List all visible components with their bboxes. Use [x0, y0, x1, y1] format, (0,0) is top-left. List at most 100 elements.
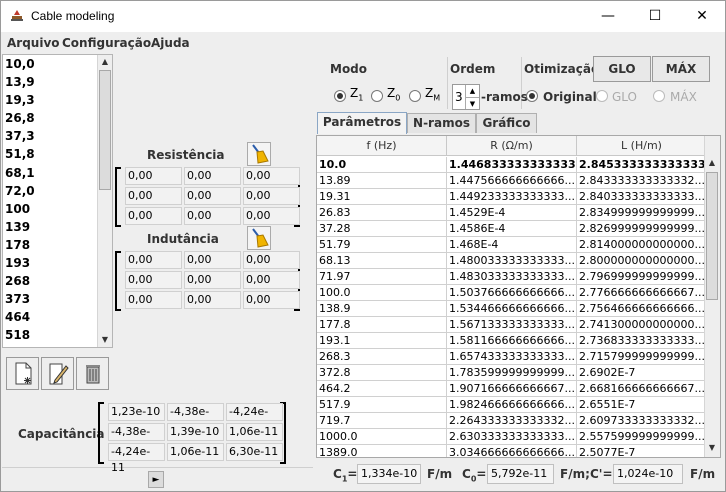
table-row[interactable]: 37.28 1.4586E-4 2.826999999999999...	[317, 221, 707, 237]
modo-zm-radio[interactable]	[409, 90, 421, 102]
tab-parametros[interactable]: Parâmetros	[317, 112, 407, 134]
resistencia-cell[interactable]: 0,00	[184, 187, 241, 205]
list-item[interactable]: 10,0	[3, 55, 112, 73]
scroll-up-icon[interactable]: ▲	[705, 156, 719, 170]
horizontal-scrollbar[interactable]: ►	[2, 467, 313, 491]
spinner-down-icon[interactable]: ▼	[465, 97, 479, 109]
capacitancia-cell[interactable]: -4,38e-11	[108, 423, 165, 454]
glo-radio[interactable]	[596, 90, 608, 102]
clear-resistencia-button[interactable]	[247, 142, 271, 166]
frequency-list-scrollbar[interactable]: ▲ ▼	[97, 55, 112, 347]
table-row[interactable]: 464.2 1.907166666666667... 2.6681666666666…	[317, 381, 707, 397]
new-file-button[interactable]	[6, 357, 39, 390]
list-item[interactable]: 518	[3, 326, 112, 344]
scroll-down-icon[interactable]: ▼	[98, 333, 112, 347]
close-button[interactable]: ✕	[679, 1, 725, 32]
list-item[interactable]: 100	[3, 200, 112, 218]
indutancia-cell[interactable]: 0,00	[243, 251, 300, 269]
ordem-spinner[interactable]: 3 ▲ ▼	[452, 84, 480, 110]
table-row[interactable]: 517.9 1.982466666666666... 2.6551E-7	[317, 397, 707, 413]
table-row[interactable]: 10.0 1.446833333333333... 2.84533333333333…	[317, 157, 707, 173]
indutancia-cell[interactable]: 0,00	[243, 271, 300, 289]
header-frequency[interactable]: f (Hz)	[317, 136, 447, 156]
maximize-button[interactable]: ☐	[632, 1, 678, 32]
list-item[interactable]: 51,8	[3, 145, 112, 163]
original-radio[interactable]	[526, 90, 538, 102]
list-item[interactable]: 139	[3, 218, 112, 236]
resistencia-cell[interactable]: 0,00	[243, 167, 300, 185]
list-item[interactable]: 37,3	[3, 127, 112, 145]
scroll-thumb[interactable]	[99, 70, 111, 190]
header-resistance[interactable]: R (Ω/m)	[447, 136, 577, 156]
list-item[interactable]: 373	[3, 290, 112, 308]
capacitancia-cell[interactable]: 6,30e-11	[226, 443, 283, 461]
table-row[interactable]: 51.79 1.468E-4 2.814000000000000...	[317, 237, 707, 253]
table-row[interactable]: 193.1 1.581166666666666... 2.7368333333333…	[317, 333, 707, 349]
list-item[interactable]: 26,8	[3, 109, 112, 127]
capacitancia-cell[interactable]: 1,06e-11	[167, 443, 224, 461]
table-row[interactable]: 13.89 1.447566666666666... 2.8433333333333…	[317, 173, 707, 189]
list-item[interactable]: 268	[3, 272, 112, 290]
table-row[interactable]: 268.3 1.657433333333333... 2.7157999999999…	[317, 349, 707, 365]
modo-z0-radio[interactable]	[371, 90, 383, 102]
scroll-up-icon[interactable]: ▲	[98, 55, 112, 69]
menu-ajuda[interactable]: Ajuda	[151, 36, 190, 50]
menu-configuracao[interactable]: Configuração	[62, 36, 151, 50]
resistencia-cell[interactable]: 0,00	[184, 207, 241, 225]
capacitancia-cell[interactable]: 1,39e-10	[167, 423, 224, 441]
indutancia-cell[interactable]: 0,00	[125, 271, 182, 289]
resistencia-cell[interactable]: 0,00	[125, 167, 182, 185]
scroll-right-icon[interactable]: ►	[148, 471, 164, 488]
parameters-table[interactable]: f (Hz) R (Ω/m) L (H/m) 10.0 1.44683333333…	[316, 135, 721, 458]
table-row[interactable]: 19.31 1.449233333333333... 2.8403333333333…	[317, 189, 707, 205]
header-inductance[interactable]: L (H/m)	[577, 136, 707, 156]
list-item[interactable]: 72,0	[3, 182, 112, 200]
menu-arquivo[interactable]: Arquivo	[7, 36, 60, 50]
list-item[interactable]: 68,1	[3, 164, 112, 182]
indutancia-cell[interactable]: 0,00	[184, 291, 241, 309]
scroll-thumb[interactable]	[706, 172, 718, 300]
spinner-up-icon[interactable]: ▲	[465, 85, 479, 97]
capacitancia-cell[interactable]: 1,06e-11	[226, 423, 283, 441]
max-button[interactable]: MÁX	[652, 56, 710, 82]
table-row[interactable]: 138.9 1.534466666666666... 2.7564666666666…	[317, 301, 707, 317]
table-row[interactable]: 26.83 1.4529E-4 2.834999999999999...	[317, 205, 707, 221]
list-item[interactable]: 464	[3, 308, 112, 326]
max-radio[interactable]	[653, 90, 665, 102]
table-row[interactable]: 372.8 1.783599999999999... 2.6902E-7	[317, 365, 707, 381]
edit-button[interactable]	[41, 357, 74, 390]
indutancia-cell[interactable]: 0,00	[125, 291, 182, 309]
capacitancia-cell[interactable]: -4,38e-11	[167, 403, 224, 434]
capacitancia-cell[interactable]: 1,23e-10	[108, 403, 165, 421]
list-item[interactable]: 178	[3, 236, 112, 254]
resistencia-cell[interactable]: 0,00	[184, 167, 241, 185]
delete-button[interactable]	[76, 357, 109, 390]
resistencia-cell[interactable]: 0,00	[243, 207, 300, 225]
indutancia-cell[interactable]: 0,00	[184, 251, 241, 269]
list-item[interactable]: 13,9	[3, 73, 112, 91]
resistencia-cell[interactable]: 0,00	[125, 187, 182, 205]
indutancia-cell[interactable]: 0,00	[125, 251, 182, 269]
glo-button[interactable]: GLO	[593, 56, 651, 82]
modo-z1-radio[interactable]	[334, 90, 346, 102]
table-row[interactable]: 719.7 2.264333333333332... 2.6097333333333…	[317, 413, 707, 429]
table-row[interactable]: 1389.0 3.034666666666666... 2.5077E-7	[317, 445, 707, 457]
list-item[interactable]: 19,3	[3, 91, 112, 109]
table-row[interactable]: 100.0 1.503766666666666... 2.7766666666666…	[317, 285, 707, 301]
table-scrollbar[interactable]: ▲ ▼	[704, 136, 720, 457]
scroll-down-icon[interactable]: ▼	[705, 441, 719, 455]
list-item[interactable]: 193	[3, 254, 112, 272]
capacitancia-cell[interactable]: -4,24e-11	[108, 443, 165, 474]
resistencia-cell[interactable]: 0,00	[125, 207, 182, 225]
frequency-list[interactable]: 10,0 13,9 19,3 26,8 37,3 51,8 68,1 72,0 100 139 17…	[2, 54, 113, 348]
table-row[interactable]: 71.97 1.483033333333333... 2.7969999999999…	[317, 269, 707, 285]
table-row[interactable]: 68.13 1.480033333333333... 2.8000000000000…	[317, 253, 707, 269]
tab-grafico[interactable]: Gráfico	[476, 113, 537, 133]
tab-n-ramos[interactable]: N-ramos	[407, 113, 476, 133]
minimize-button[interactable]: —	[585, 1, 631, 32]
capacitancia-cell[interactable]: -4,24e-11	[226, 403, 283, 434]
resistencia-cell[interactable]: 0,00	[243, 187, 300, 205]
indutancia-cell[interactable]: 0,00	[184, 271, 241, 289]
clear-indutancia-button[interactable]	[247, 226, 271, 250]
table-row[interactable]: 1000.0 2.630333333333333... 2.557599999999…	[317, 429, 707, 445]
